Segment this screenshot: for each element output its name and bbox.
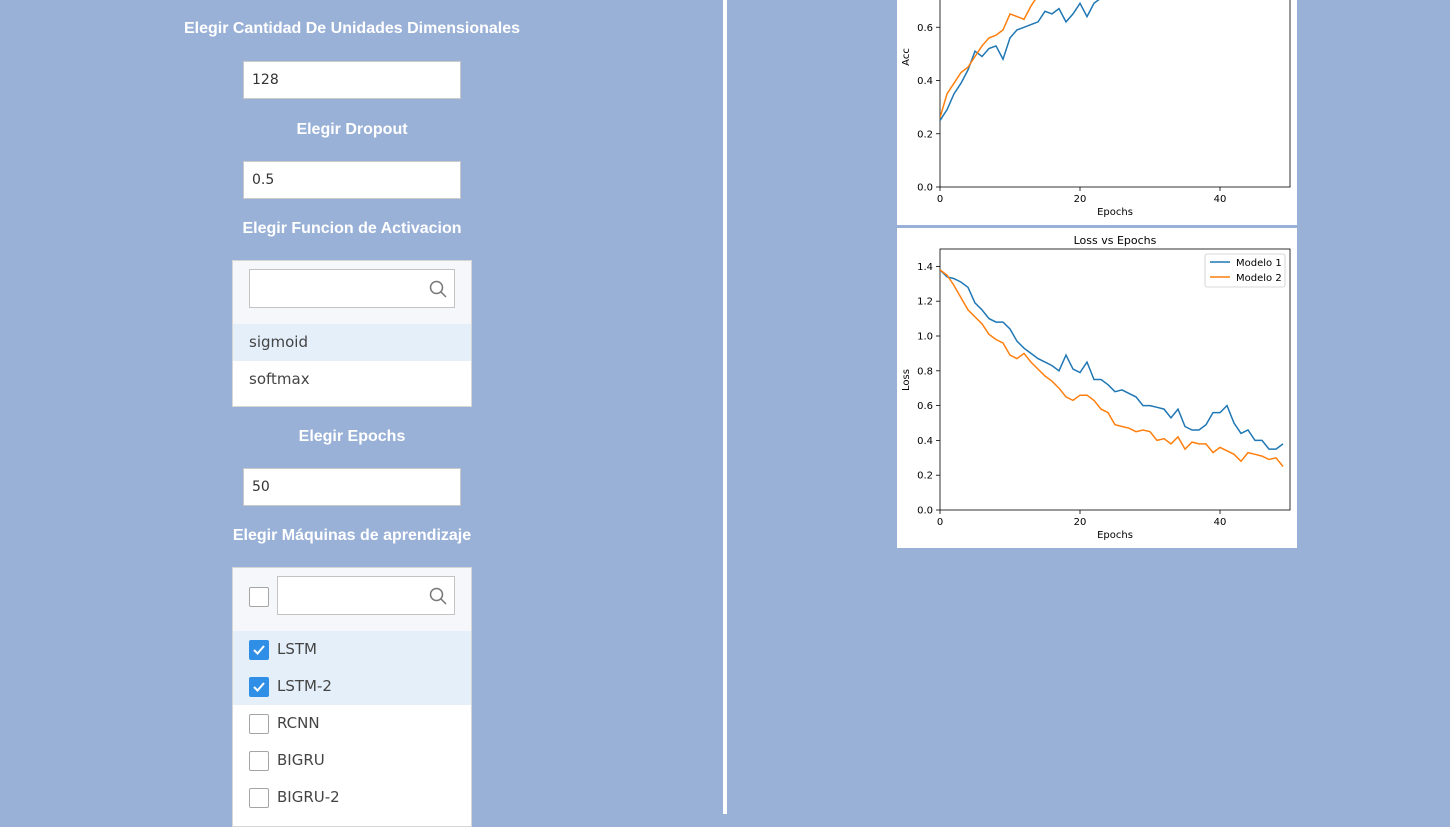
search-icon: [429, 280, 447, 298]
activation-search-input[interactable]: [249, 269, 455, 308]
accuracy-y-tick-label: 0.6: [917, 23, 933, 34]
loss-chart: Loss vs Epochs Epochs Loss Modelo 1 Mode…: [897, 228, 1297, 548]
activation-label: Elegir Funcion de Activacion: [242, 220, 462, 237]
loss-x-tick-label: 40: [1214, 517, 1227, 528]
machine-row-bigru-2[interactable]: BIGRU-2: [233, 779, 471, 816]
loss-y-tick-label: 1.2: [917, 297, 933, 308]
check-icon: [253, 682, 265, 692]
machine-checkbox-bigru-2[interactable]: [249, 788, 269, 808]
form-panel: Elegir Cantidad De Unidades Dimensionale…: [0, 0, 723, 827]
accuracy-y-tick-label: 0.2: [917, 129, 933, 140]
activation-option-softmax[interactable]: softmax: [233, 361, 471, 398]
loss-x-tick-label: 0: [937, 517, 943, 528]
activation-option-sigmoid[interactable]: sigmoid: [233, 324, 471, 361]
loss-series-line-2: [940, 269, 1284, 467]
accuracy-chart-svg: Epochs Acc 0 20 40 0.0 0.2 0.4 0.6: [901, 0, 1291, 218]
machine-row-lstm-2[interactable]: LSTM-2: [233, 668, 471, 705]
machine-label-rcnn: RCNN: [277, 714, 320, 732]
loss-plot-frame: [939, 248, 1291, 511]
search-icon: [429, 587, 447, 605]
loss-y-tick-label: 0.6: [917, 401, 933, 412]
legend-label-modelo-1: Modelo 1: [1236, 258, 1282, 269]
loss-y-tick-label: 1.4: [917, 262, 933, 273]
machine-row-rcnn[interactable]: RCNN: [233, 705, 471, 742]
machine-checkbox-bigru[interactable]: [249, 751, 269, 771]
machine-checkbox-rcnn[interactable]: [249, 714, 269, 734]
activation-list-header: [233, 261, 471, 324]
machine-label-lstm: LSTM: [277, 640, 317, 658]
loss-chart-svg: Loss vs Epochs Epochs Loss Modelo 1 Mode…: [901, 234, 1291, 541]
machine-label-bigru-2: BIGRU-2: [277, 788, 340, 806]
loss-x-label: Epochs: [1097, 530, 1133, 541]
epochs-input[interactable]: [243, 468, 461, 506]
loss-y-tick-label: 0.0: [917, 506, 933, 517]
machine-row-lstm[interactable]: LSTM: [233, 631, 471, 668]
accuracy-y-label: Acc: [901, 48, 912, 66]
loss-y-tick-label: 1.0: [917, 332, 933, 343]
accuracy-series-line-2: [940, 0, 1036, 119]
loss-y-tick-label: 0.4: [917, 436, 933, 447]
machines-list: LSTM LSTM-2 RCNN BIGRU BIGRU-2: [232, 567, 472, 827]
accuracy-x-tick-label: 0: [937, 194, 943, 205]
machine-checkbox-lstm[interactable]: [249, 640, 269, 660]
epochs-label: Elegir Epochs: [298, 428, 406, 445]
machine-row-bigru[interactable]: BIGRU: [233, 742, 471, 779]
machine-checkbox-lstm-2[interactable]: [249, 677, 269, 697]
machine-label-bigru: BIGRU: [277, 751, 325, 769]
accuracy-plot-frame: [939, 0, 1291, 188]
machines-search-input[interactable]: [277, 576, 455, 615]
select-all-checkbox[interactable]: [249, 587, 269, 607]
dropout-input[interactable]: [243, 161, 461, 199]
accuracy-x-label: Epochs: [1097, 207, 1133, 218]
machines-label: Elegir Máquinas de aprendizaje: [232, 527, 472, 544]
loss-y-tick-label: 0.8: [917, 366, 933, 377]
loss-chart-title: Loss vs Epochs: [1074, 234, 1157, 247]
loss-x-tick-label: 20: [1074, 517, 1087, 528]
accuracy-y-tick-label: 0.4: [917, 76, 933, 87]
loss-legend: Modelo 1 Modelo 2: [1204, 253, 1286, 288]
machine-label-lstm-2: LSTM-2: [277, 677, 332, 695]
loss-y-label: Loss: [901, 369, 912, 391]
loss-series-line-1: [940, 269, 1284, 450]
charts-panel: Epochs Acc 0 20 40 0.0 0.2 0.4 0.6 Loss vs Epo…: [727, 0, 1450, 814]
check-icon: [253, 645, 265, 655]
units-label: Elegir Cantidad De Unidades Dimensionale…: [183, 20, 521, 37]
accuracy-x-tick-label: 40: [1214, 194, 1227, 205]
loss-y-tick-label: 0.2: [917, 471, 933, 482]
accuracy-x-tick-label: 20: [1074, 194, 1087, 205]
accuracy-y-tick-label: 0.0: [917, 183, 933, 194]
accuracy-chart: Epochs Acc 0 20 40 0.0 0.2 0.4 0.6: [897, 0, 1297, 225]
machines-list-header: [233, 568, 471, 631]
units-input[interactable]: [243, 61, 461, 99]
activation-list: sigmoid softmax: [232, 260, 472, 407]
dropout-label: Elegir Dropout: [296, 121, 408, 138]
legend-label-modelo-2: Modelo 2: [1236, 273, 1282, 284]
